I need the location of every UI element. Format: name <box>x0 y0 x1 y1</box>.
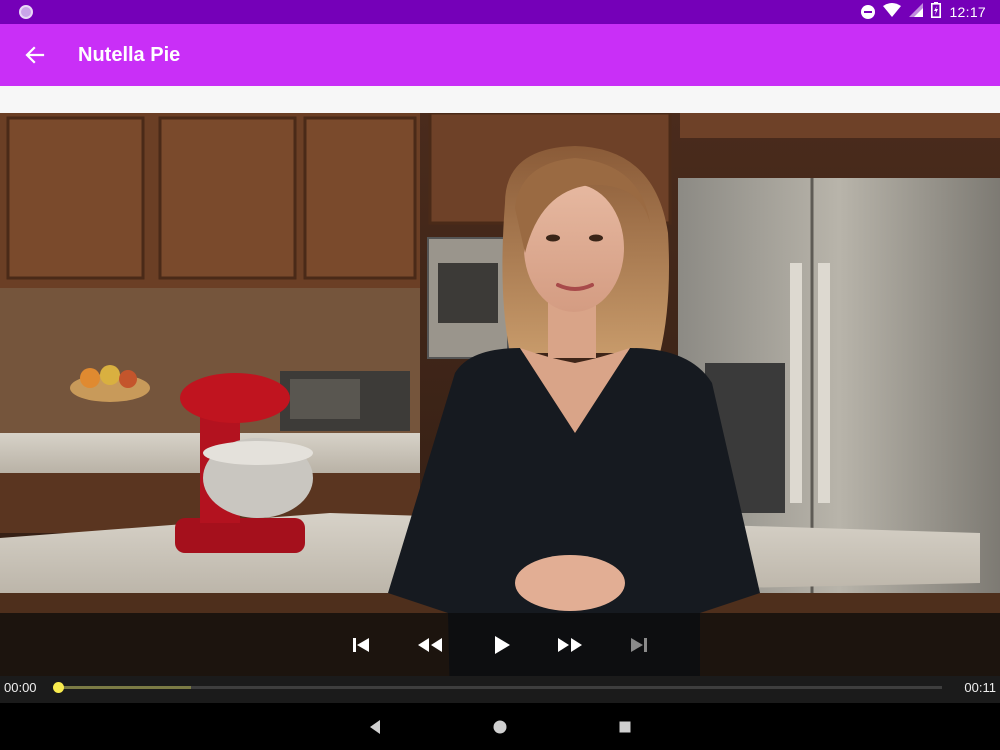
home-circle-icon <box>493 720 507 734</box>
do-not-disturb-icon <box>861 5 876 19</box>
seek-bar[interactable] <box>58 686 942 689</box>
player-controls <box>0 613 1000 676</box>
app-bar: Nutella Pie <box>0 24 1000 86</box>
current-time: 00:00 <box>4 680 37 695</box>
skip-next-icon <box>631 638 647 652</box>
cell-signal-icon <box>909 2 924 22</box>
back-triangle-icon <box>370 720 380 734</box>
notification-dot-icon <box>19 5 33 19</box>
rewind-button[interactable] <box>416 631 444 659</box>
nav-home-button[interactable] <box>490 717 510 737</box>
play-icon <box>495 636 510 654</box>
buffered-progress <box>58 686 191 689</box>
wifi-icon <box>883 2 902 22</box>
arrow-back-icon <box>25 46 45 64</box>
screen: 12:17 Nutella Pie 00:00 00:11 <box>0 0 1000 750</box>
nav-recents-button[interactable] <box>615 717 635 737</box>
next-button[interactable] <box>625 631 653 659</box>
content-divider <box>0 86 1000 113</box>
fast-forward-icon <box>558 638 582 652</box>
status-clock: 12:17 <box>949 4 986 20</box>
duration-time: 00:11 <box>964 680 996 695</box>
skip-previous-icon <box>353 638 369 652</box>
nav-back-button[interactable] <box>365 717 385 737</box>
rewind-icon <box>418 638 442 652</box>
status-icons: 12:17 <box>861 0 986 24</box>
seek-thumb[interactable] <box>53 682 64 693</box>
recents-square-icon <box>619 721 631 733</box>
previous-button[interactable] <box>347 631 375 659</box>
progress-row: 00:00 00:11 <box>0 676 1000 703</box>
fast-forward-button[interactable] <box>556 631 584 659</box>
status-bar: 12:17 <box>0 0 1000 24</box>
page-title: Nutella Pie <box>78 44 181 66</box>
system-nav-bar <box>0 703 1000 750</box>
play-button[interactable] <box>488 631 516 659</box>
back-button[interactable] <box>22 42 48 68</box>
battery-charging-icon <box>931 1 942 23</box>
